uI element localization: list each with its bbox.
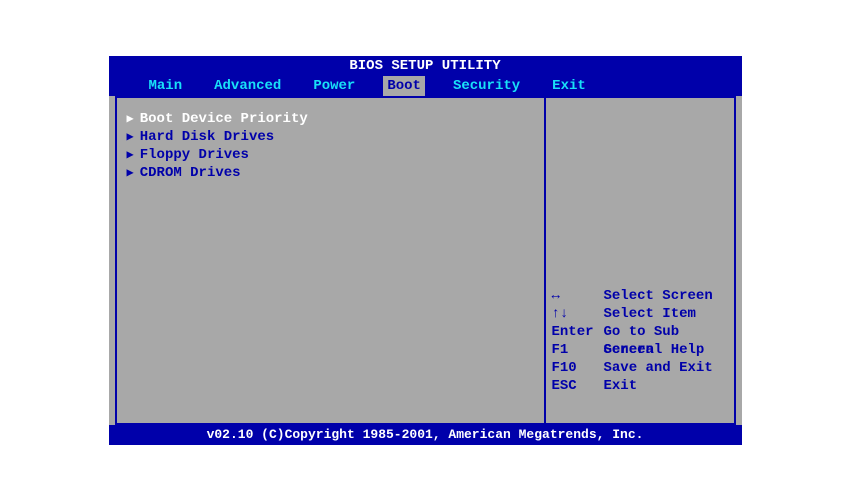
help-desc: Select Screen [604, 287, 728, 305]
help-key: Enter [552, 323, 604, 341]
help-desc: Go to Sub Screen [604, 323, 728, 341]
pointer-icon: ▶ [127, 147, 134, 162]
pointer-icon: ▶ [127, 165, 134, 180]
help-key: ↔ [552, 287, 604, 305]
help-row-exit: ESC Exit [552, 377, 728, 395]
app-title: BIOS SETUP UTILITY [349, 58, 500, 74]
title-bar: BIOS SETUP UTILITY [109, 56, 742, 76]
menu-floppy-drives[interactable]: ▶ Floppy Drives [123, 146, 538, 164]
help-row-select-item: ↑↓ Select Item [552, 305, 728, 323]
tab-exit[interactable]: Exit [536, 76, 602, 96]
copyright-text: v02.10 (C)Copyright 1985-2001, American … [207, 427, 644, 442]
tab-advanced[interactable]: Advanced [198, 76, 297, 96]
menu-item-label: Hard Disk Drives [140, 129, 274, 145]
help-desc: Select Item [604, 305, 728, 323]
menu-item-label: Boot Device Priority [140, 111, 308, 127]
help-key: F1 [552, 341, 604, 359]
menu-item-label: CDROM Drives [140, 165, 241, 181]
tab-security[interactable]: Security [437, 76, 536, 96]
bios-setup-window: BIOS SETUP UTILITY Main Advanced Power B… [109, 56, 742, 445]
menu-cdrom-drives[interactable]: ▶ CDROM Drives [123, 164, 538, 182]
footer-bar: v02.10 (C)Copyright 1985-2001, American … [109, 425, 742, 445]
help-key: F10 [552, 359, 604, 377]
tab-main[interactable]: Main [133, 76, 199, 96]
help-row-save-exit: F10 Save and Exit [552, 359, 728, 377]
help-panel: ↔ Select Screen ↑↓ Select Item Enter Go … [546, 98, 736, 423]
menu-panel: ▶ Boot Device Priority ▶ Hard Disk Drive… [115, 98, 546, 423]
help-row-sub-screen: Enter Go to Sub Screen [552, 323, 728, 341]
tab-power[interactable]: Power [297, 76, 371, 96]
help-row-select-screen: ↔ Select Screen [552, 287, 728, 305]
menu-boot-device-priority[interactable]: ▶ Boot Device Priority [123, 110, 538, 128]
help-desc: Exit [604, 377, 728, 395]
help-key: ↑↓ [552, 305, 604, 323]
help-desc: Save and Exit [604, 359, 728, 377]
pointer-icon: ▶ [127, 129, 134, 144]
content-area: ▶ Boot Device Priority ▶ Hard Disk Drive… [115, 96, 736, 425]
menu-hard-disk-drives[interactable]: ▶ Hard Disk Drives [123, 128, 538, 146]
help-desc: General Help [604, 341, 728, 359]
tab-bar: Main Advanced Power Boot Security Exit [109, 76, 742, 96]
tab-boot[interactable]: Boot [383, 76, 425, 96]
help-row-general-help: F1 General Help [552, 341, 728, 359]
help-key: ESC [552, 377, 604, 395]
menu-item-label: Floppy Drives [140, 147, 249, 163]
pointer-icon: ▶ [127, 111, 134, 126]
